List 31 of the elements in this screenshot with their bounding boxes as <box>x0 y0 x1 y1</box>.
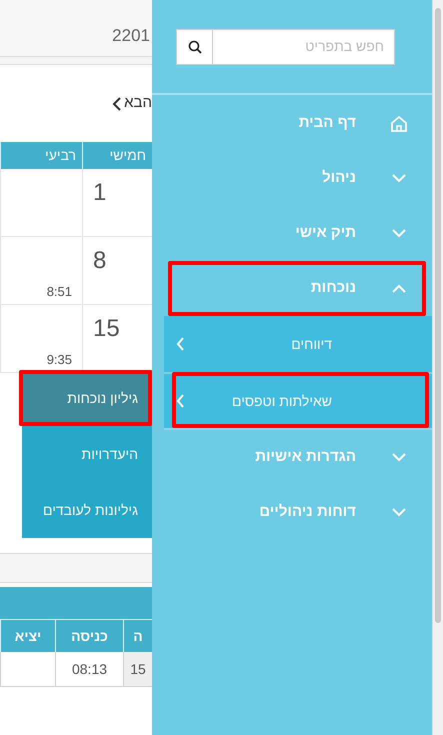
table-cell: 15 <box>123 652 152 686</box>
submenu-item[interactable]: דיווחים <box>164 316 432 372</box>
day-number: 15 <box>93 314 120 344</box>
home-icon <box>390 114 408 132</box>
column-header: ה <box>123 620 152 652</box>
search-field[interactable]: חפש בתפריט <box>212 28 395 64</box>
time-text: 8:51 <box>46 282 72 300</box>
column-header: חמישי <box>82 142 152 169</box>
search-icon <box>188 40 202 54</box>
menu-item[interactable]: תיק אישי <box>152 206 432 261</box>
calendar-cell[interactable]: 9:35 <box>0 305 82 372</box>
day-number: 8 <box>93 246 106 276</box>
menu-item[interactable]: דף הבית <box>152 96 432 151</box>
next-link[interactable]: הבא <box>112 92 152 115</box>
submenu-item[interactable]: שאילתות וטפסים <box>164 372 432 428</box>
chevron-left-icon <box>176 337 185 351</box>
time-text: 9:35 <box>46 350 72 368</box>
search-button[interactable] <box>176 28 212 64</box>
menu-item[interactable]: דוחות ניהוליים <box>152 485 432 540</box>
menu-item[interactable]: ניהול <box>152 151 432 206</box>
menu-item[interactable]: הגדרות אישיות <box>152 430 432 485</box>
chevron-left-icon <box>112 96 122 110</box>
column-header: יציא <box>0 620 55 652</box>
menu-item[interactable]: נוכחות <box>152 261 432 316</box>
calendar-cell[interactable]: 8:51 <box>0 237 82 304</box>
day-number: 1 <box>93 178 106 208</box>
column-header: רביעי <box>0 142 82 169</box>
chevron-left-icon <box>176 394 185 408</box>
scrollbar[interactable] <box>432 0 443 735</box>
column-header: כניסה <box>55 620 123 652</box>
header-text: 2201 <box>112 24 150 46</box>
